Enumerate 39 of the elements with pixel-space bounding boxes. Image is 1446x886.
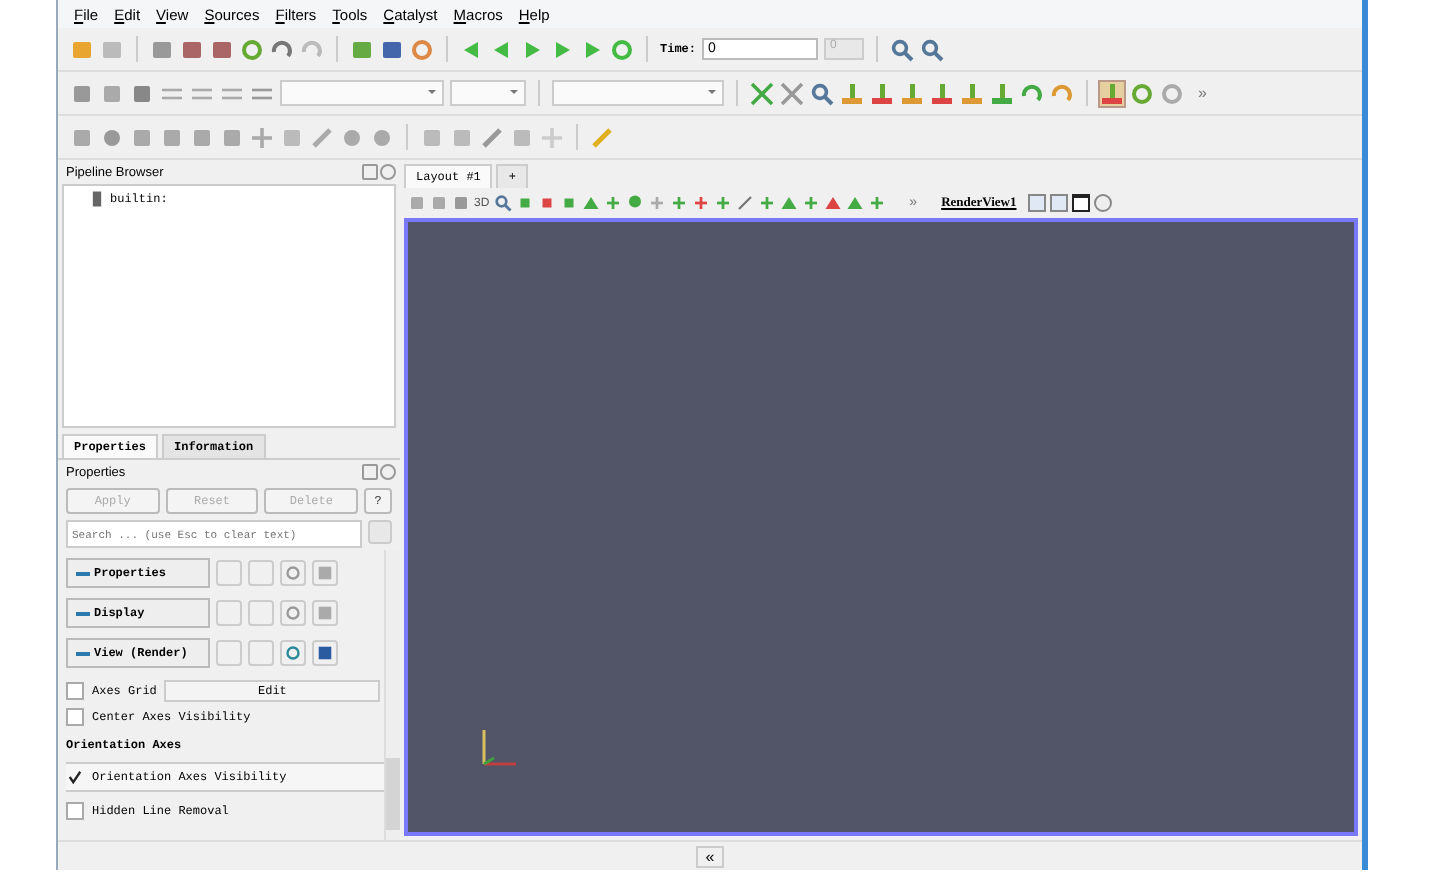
axis-icon[interactable] xyxy=(1100,81,1124,105)
zoom-icon[interactable] xyxy=(890,37,915,61)
axis-icon[interactable] xyxy=(990,81,1014,105)
play-icon[interactable] xyxy=(520,37,544,61)
redo-icon[interactable] xyxy=(300,37,324,61)
dropdown[interactable] xyxy=(552,80,724,106)
axis-icon[interactable] xyxy=(870,81,894,105)
checkbox[interactable] xyxy=(66,682,84,700)
ring-icon[interactable] xyxy=(1160,81,1184,105)
first-frame-icon[interactable] xyxy=(460,37,484,61)
zoom-icon[interactable] xyxy=(493,194,512,212)
undo-icon[interactable] xyxy=(270,37,294,61)
next-frame-icon[interactable] xyxy=(550,37,574,61)
dropdown[interactable] xyxy=(280,80,444,106)
checkbox[interactable] xyxy=(66,708,84,726)
toolbar-overflow-button[interactable]: » xyxy=(1198,84,1207,102)
split-horizontal-button[interactable] xyxy=(1028,194,1047,212)
scrollbar[interactable] xyxy=(384,550,400,840)
axis-icon[interactable] xyxy=(900,81,924,105)
previous-frame-icon[interactable] xyxy=(490,37,514,61)
zoom-icon[interactable] xyxy=(920,37,945,61)
rotate-icon[interactable] xyxy=(1050,81,1074,105)
checkbox[interactable] xyxy=(66,802,84,820)
float-button[interactable] xyxy=(362,464,378,480)
dropdown[interactable] xyxy=(450,80,526,106)
circle-icon[interactable] xyxy=(340,125,364,149)
rotate-icon[interactable] xyxy=(1020,81,1044,105)
axis-icon[interactable] xyxy=(960,81,984,105)
panel-toggle-button[interactable]: « xyxy=(695,845,725,867)
maximize-button[interactable] xyxy=(1072,194,1091,212)
plus-icon[interactable] xyxy=(867,194,886,212)
circle-icon[interactable] xyxy=(370,125,394,149)
ring-icon[interactable] xyxy=(1130,81,1154,105)
float-button[interactable] xyxy=(362,164,378,180)
axis-icon[interactable] xyxy=(840,81,864,105)
zoom-icon[interactable] xyxy=(810,81,834,105)
last-frame-icon[interactable] xyxy=(580,37,604,61)
axis-icon[interactable] xyxy=(930,81,954,105)
checkbox[interactable] xyxy=(66,768,84,786)
